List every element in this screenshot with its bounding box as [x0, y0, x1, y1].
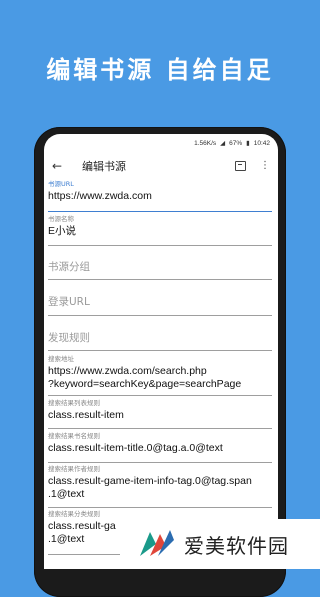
source-url-value: https://www.zwda.com: [48, 190, 152, 202]
source-group-field[interactable]: 书源分组: [48, 249, 272, 280]
page-title: 编辑书源: [82, 160, 126, 173]
search-list-label: 搜索结果列表规则: [48, 399, 100, 407]
phone-screen: 1.56K/s ◢ 67% ▮ 10:42 ← 编辑书源 ⋮ 书源URL htt…: [44, 134, 278, 569]
search-url-label: 搜索地址: [48, 355, 74, 363]
source-name-label: 书源名称: [48, 215, 74, 223]
search-list-field[interactable]: 搜索结果列表规则 class.result-item: [48, 399, 272, 429]
source-name-value: E小说: [48, 225, 77, 237]
search-url-field[interactable]: 搜索地址 https://www.zwda.com/search.php ?ke…: [48, 355, 272, 396]
search-url-line1: https://www.zwda.com/search.php: [48, 365, 207, 377]
author-label: 搜索结果作者规则: [48, 465, 100, 473]
book-name-label: 搜索结果书名规则: [48, 432, 100, 440]
battery-icon: ▮: [246, 140, 250, 147]
network-speed: 1.56K/s: [194, 139, 217, 147]
clock: 10:42: [253, 139, 270, 147]
source-group-placeholder: 书源分组: [48, 261, 90, 273]
source-url-field[interactable]: 书源URL https://www.zwda.com: [48, 180, 272, 212]
author-field[interactable]: 搜索结果作者规则 class.result-game-item-info-tag…: [48, 465, 272, 508]
book-name-value: class.result-item-title.0@tag.a.0@text: [48, 442, 223, 454]
arrow-left-icon[interactable]: ←: [52, 159, 70, 173]
signal-icon: ◢: [220, 140, 226, 147]
login-url-field[interactable]: 登录URL: [48, 284, 272, 316]
login-url-placeholder: 登录URL: [48, 296, 90, 308]
source-url-label: 书源URL: [48, 180, 74, 188]
watermark-logo-icon: [136, 526, 176, 562]
search-list-value: class.result-item: [48, 409, 124, 421]
kind-label: 搜索结果分类规则: [48, 510, 100, 518]
author-line2: .1@text: [48, 488, 85, 500]
save-icon[interactable]: [235, 161, 246, 171]
watermark: 爱美软件园: [120, 519, 320, 569]
battery-level: 67%: [229, 139, 243, 147]
source-name-field[interactable]: 书源名称 E小说: [48, 215, 272, 246]
source-form: 书源URL https://www.zwda.com 书源名称 E小说 书源分组…: [44, 180, 278, 555]
more-vert-icon[interactable]: ⋮: [260, 161, 270, 171]
search-url-line2: ?keyword=searchKey&page=searchPage: [48, 378, 242, 390]
find-rule-placeholder: 发现规则: [48, 332, 90, 344]
watermark-text: 爱美软件园: [184, 533, 289, 558]
headline: 编辑书源 自给自足: [46, 56, 274, 84]
book-name-field[interactable]: 搜索结果书名规则 class.result-item-title.0@tag.a…: [48, 432, 272, 463]
status-bar: 1.56K/s ◢ 67% ▮ 10:42: [44, 134, 278, 152]
find-rule-field[interactable]: 发现规则: [48, 320, 272, 351]
toolbar: ← 编辑书源 ⋮: [44, 152, 278, 180]
author-line1: class.result-game-item-info-tag.0@tag.sp…: [48, 475, 252, 487]
